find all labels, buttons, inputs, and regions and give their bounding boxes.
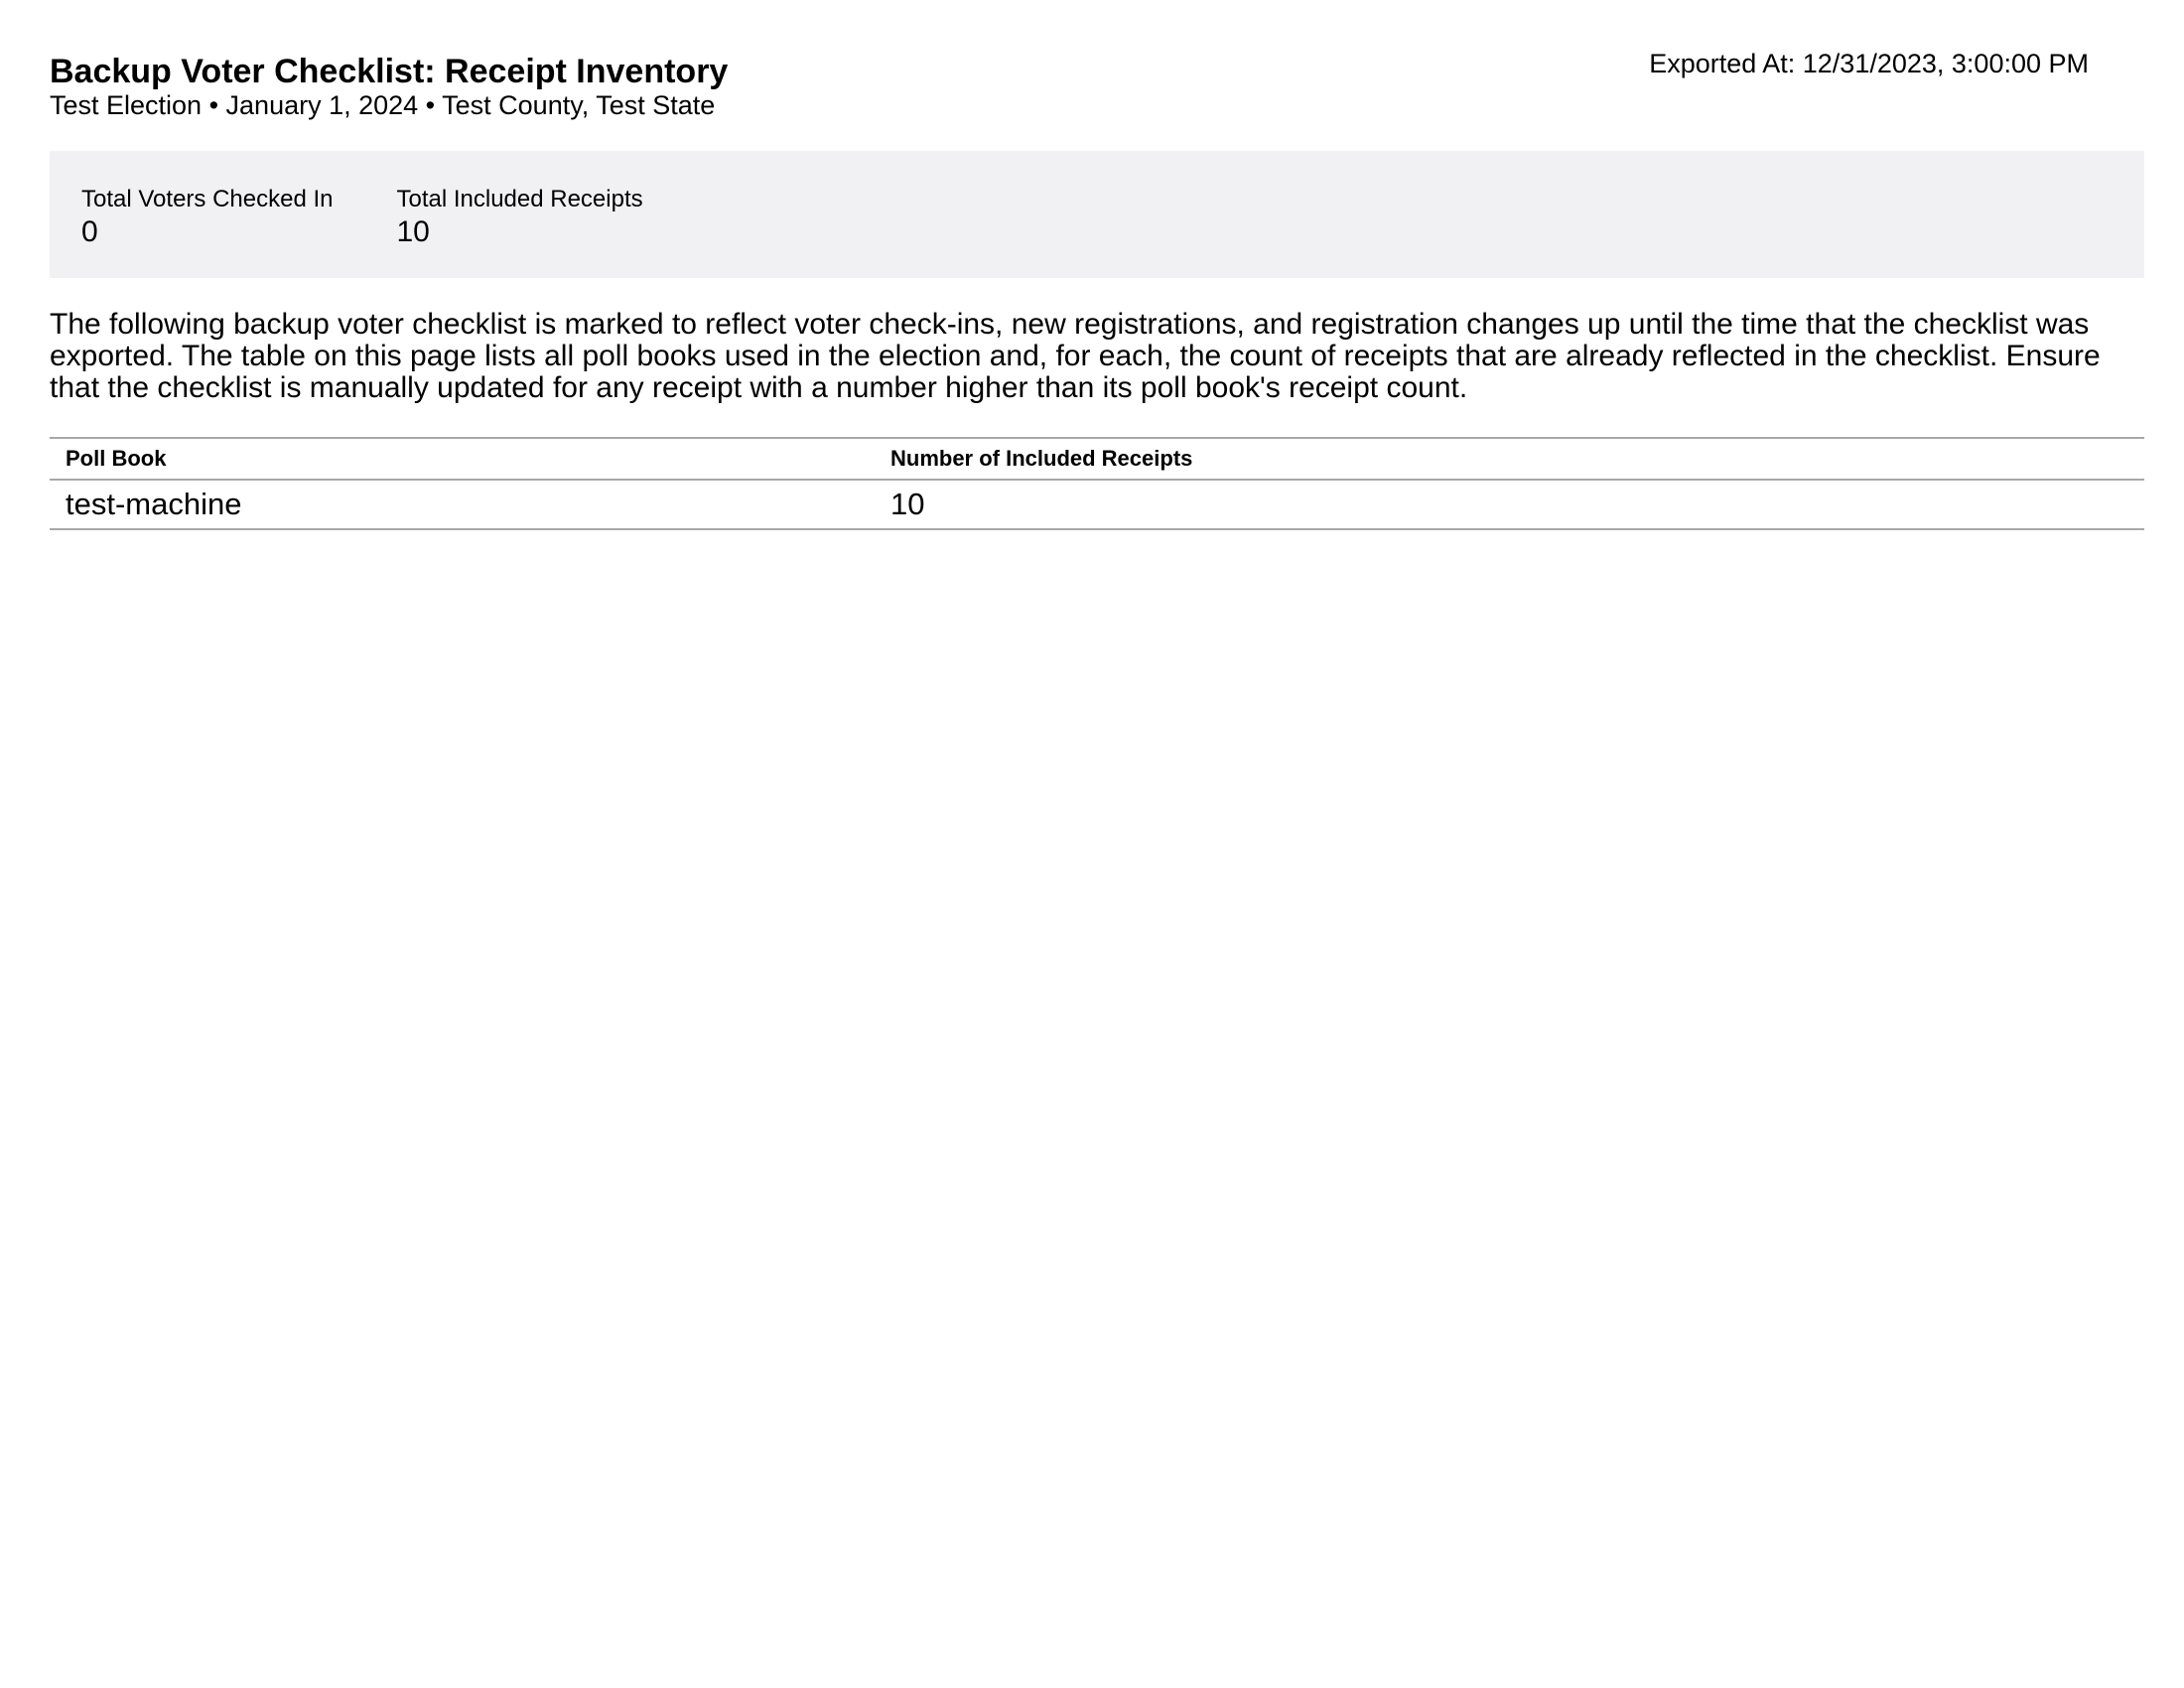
checklist-description: The following backup voter checklist is … <box>50 308 2101 404</box>
report-page: Backup Voter Checklist: Receipt Inventor… <box>50 0 2144 530</box>
stat-label: Total Voters Checked In <box>81 186 334 212</box>
column-header-included-receipts: Number of Included Receipts <box>875 437 2144 481</box>
stat-total-voters-checked-in: Total Voters Checked In 0 <box>81 185 333 278</box>
election-subtitle: Test Election • January 1, 2024 • Test C… <box>50 90 716 120</box>
page-title: Backup Voter Checklist: Receipt Inventor… <box>50 53 729 90</box>
table-header-row: Poll Book Number of Included Receipts <box>50 437 2144 481</box>
poll-book-table: Poll Book Number of Included Receipts te… <box>50 437 2144 530</box>
stat-value: 0 <box>81 215 98 248</box>
report-header: Backup Voter Checklist: Receipt Inventor… <box>50 0 2144 149</box>
summary-panel: Total Voters Checked In 0 Total Included… <box>50 151 2144 278</box>
stat-total-included-receipts: Total Included Receipts 10 <box>396 185 642 278</box>
stat-value: 10 <box>396 215 430 248</box>
table-row: test-machine 10 <box>50 480 2144 530</box>
poll-book-cell: test-machine <box>50 480 875 530</box>
included-receipts-cell: 10 <box>875 480 2144 530</box>
stat-label: Total Included Receipts <box>396 186 643 212</box>
column-header-poll-book: Poll Book <box>50 437 875 481</box>
exported-at-timestamp: Exported At: 12/31/2023, 3:00:00 PM <box>1649 49 2089 78</box>
